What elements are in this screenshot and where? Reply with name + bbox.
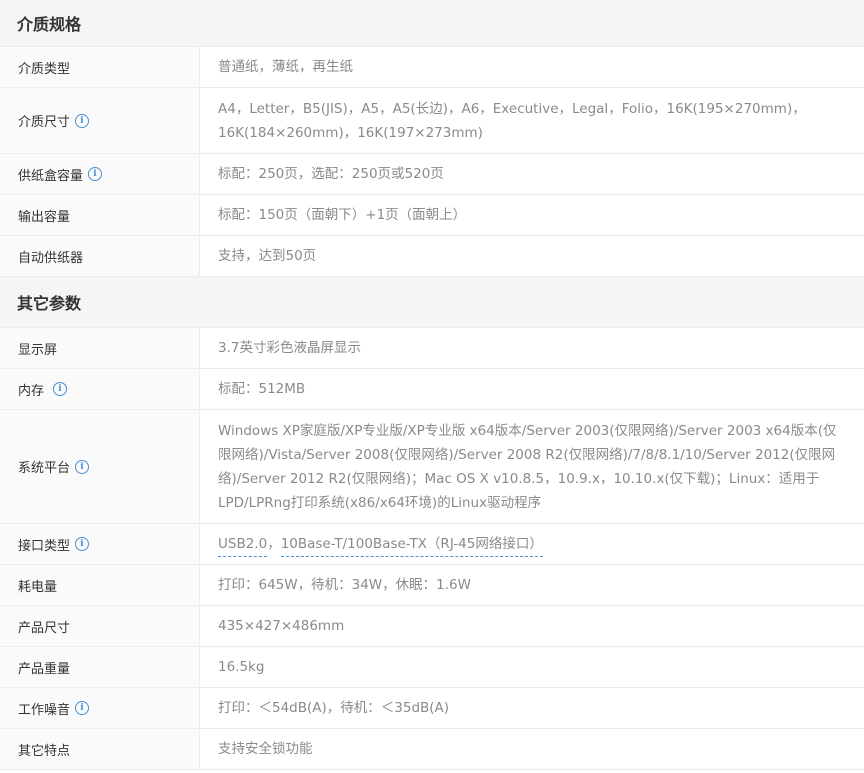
spec-row-media-type: 介质类型 普通纸，薄纸，再生纸 [0,47,864,88]
spec-value: A4，Letter，B5(JIS)，A5，A5(长边)，A6，Executive… [218,100,806,141]
spec-label: 介质尺寸 i [0,88,200,153]
spec-row-power: 耗电量 打印：645W，待机：34W，休眠：1.6W [0,565,864,606]
spec-value: USB2.0， 10Base-T/100Base-TX（RJ-45网络接口） [200,524,864,564]
interface-link-ethernet[interactable]: 10Base-T/100Base-TX（RJ-45网络接口） [280,532,543,557]
spec-row-memory: 内存 i 标配：512MB [0,369,864,410]
spec-value: 标配：512MB [218,381,306,397]
info-icon[interactable]: i [75,113,90,128]
info-icon[interactable]: i [75,701,90,715]
spec-value: 标配：150页（面朝下）+1页（面朝上） [218,207,467,223]
spec-row-interface: 接口类型 i USB2.0， 10Base-T/100Base-TX（RJ-45网络… [0,524,864,565]
spec-row-other-features: 其它特点 支持安全锁功能 [0,729,864,770]
spec-label-text: 供纸盒容量 [18,168,84,184]
spec-label-text: 耗电量 [18,579,58,595]
spec-row-weight: 产品重量 16.5kg [0,647,864,688]
info-icon[interactable]: i [75,459,90,474]
spec-label: 供纸盒容量 i [0,154,200,194]
spec-value: 435×427×486mm [218,618,345,634]
spec-label-text: 介质类型 [18,61,71,77]
spec-label: 系统平台 i [0,410,200,523]
spec-label: 产品尺寸 [0,606,200,646]
spec-label-text: 其它特点 [18,743,71,759]
spec-label-text: 系统平台 [18,461,71,476]
spec-label: 接口类型 i [0,524,200,564]
spec-value: 打印：645W，待机：34W，休眠：1.6W [218,577,471,593]
info-icon[interactable]: i [88,167,103,181]
spec-row-output-capacity: 输出容量 标配：150页（面朝下）+1页（面朝上） [0,195,864,236]
spec-label-text: 输出容量 [18,209,71,225]
spec-label-text: 工作噪音 [18,702,71,718]
spec-label: 其它特点 [0,729,200,769]
spec-label-text: 自动供纸器 [18,250,84,266]
spec-row-display: 显示屏 3.7英寸彩色液晶屏显示 [0,328,864,369]
spec-row-noise: 工作噪音 i 打印：＜54dB(A)，待机：＜35dB(A) [0,688,864,729]
spec-value: 打印：＜54dB(A)，待机：＜35dB(A) [218,700,450,716]
spec-label-text: 内存 [18,383,45,399]
spec-value: 普通纸，薄纸，再生纸 [218,59,353,75]
separator: ， [267,536,281,552]
info-icon[interactable]: i [53,382,68,396]
spec-value: 标配：250页，选配：250页或520页 [218,166,444,182]
spec-value: 16.5kg [218,659,265,675]
interface-link-usb[interactable]: USB2.0 [218,532,268,557]
spec-label-text: 显示屏 [18,342,58,358]
spec-value: 3.7英寸彩色液晶屏显示 [218,340,361,356]
spec-label: 耗电量 [0,565,200,605]
spec-label-text: 介质尺寸 [18,115,71,130]
spec-label-text: 产品尺寸 [18,620,71,636]
spec-row-dimensions: 产品尺寸 435×427×486mm [0,606,864,647]
spec-label: 内存 i [0,369,200,409]
spec-label: 输出容量 [0,195,200,235]
spec-label-text: 接口类型 [18,538,71,554]
spec-value: 支持安全锁功能 [218,741,313,757]
spec-label: 工作噪音 i [0,688,200,728]
spec-row-os-platform: 系统平台 i Windows XP家庭版/XP专业版/XP专业版 x64版本/Se… [0,410,864,524]
spec-label: 产品重量 [0,647,200,687]
spec-label: 自动供纸器 [0,236,200,276]
spec-label: 显示屏 [0,328,200,368]
spec-row-media-size: 介质尺寸 i A4，Letter，B5(JIS)，A5，A5(长边)，A6，Exe… [0,88,864,154]
spec-value: Windows XP家庭版/XP专业版/XP专业版 x64版本/Server 2… [218,422,837,511]
spec-label-text: 产品重量 [18,661,71,677]
spec-value: 支持，达到50页 [218,248,317,264]
spec-row-auto-feeder: 自动供纸器 支持，达到50页 [0,236,864,277]
info-icon[interactable]: i [75,537,90,551]
section-header-media: 介质规格 [0,0,864,47]
spec-label: 介质类型 [0,47,200,87]
spec-row-tray-capacity: 供纸盒容量 i 标配：250页，选配：250页或520页 [0,154,864,195]
section-header-other: 其它参数 [0,277,864,328]
